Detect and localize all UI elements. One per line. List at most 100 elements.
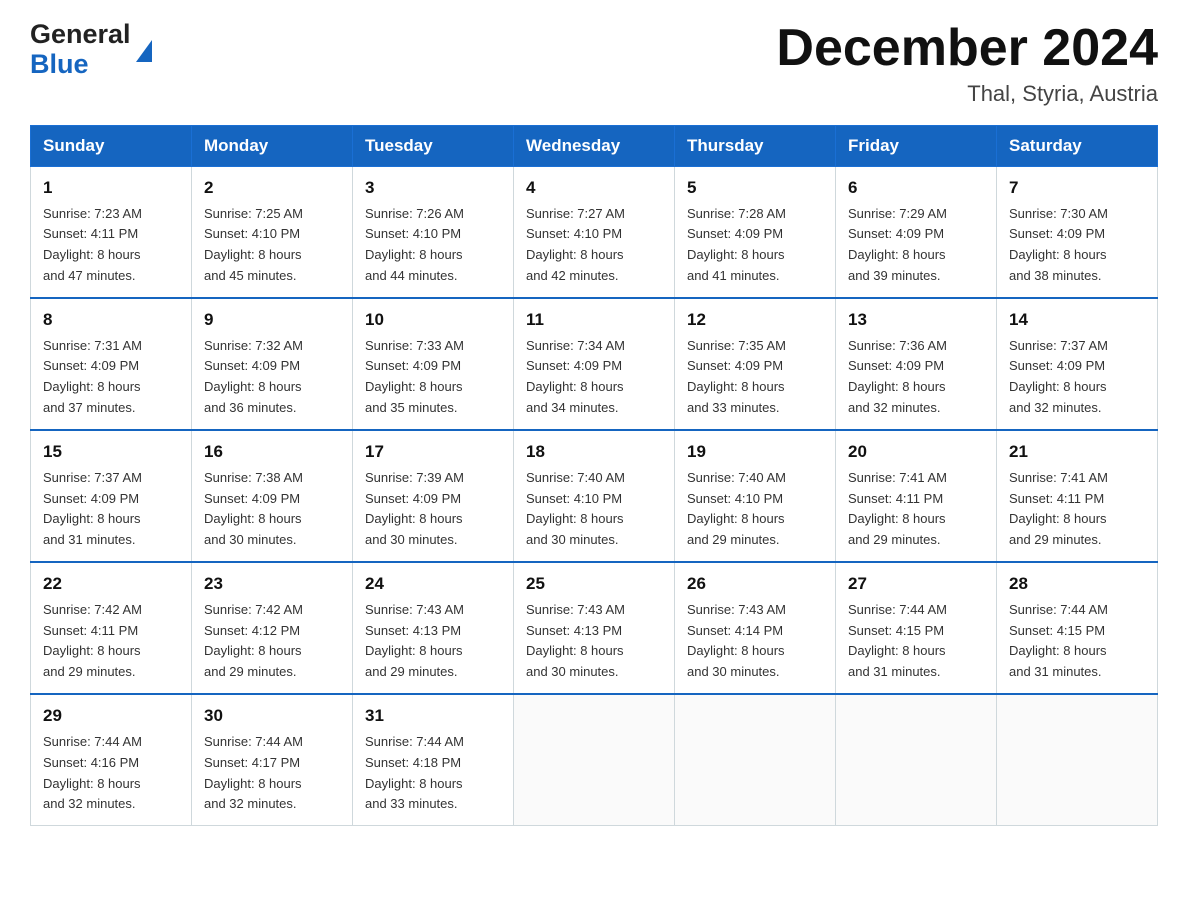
- calendar-cell: 28Sunrise: 7:44 AMSunset: 4:15 PMDayligh…: [997, 562, 1158, 694]
- calendar-cell: 10 Sunrise: 7:33 AMSunset: 4:09 PMDayligh…: [353, 298, 514, 430]
- day-info: Sunrise: 7:39 AMSunset: 4:09 PMDaylight:…: [365, 470, 464, 548]
- calendar-cell: 19 Sunrise: 7:40 AMSunset: 4:10 PMDayligh…: [675, 430, 836, 562]
- calendar-cell: 17 Sunrise: 7:39 AMSunset: 4:09 PMDayligh…: [353, 430, 514, 562]
- day-info: Sunrise: 7:23 AMSunset: 4:11 PMDaylight:…: [43, 206, 142, 284]
- day-number: 15: [43, 439, 181, 465]
- calendar-cell: 2Sunrise: 7:25 AMSunset: 4:10 PMDaylight…: [192, 167, 353, 299]
- day-number: 23: [204, 571, 342, 597]
- day-number: 18: [526, 439, 664, 465]
- calendar-cell: 25Sunrise: 7:43 AMSunset: 4:13 PMDayligh…: [514, 562, 675, 694]
- calendar-cell: 6 Sunrise: 7:29 AMSunset: 4:09 PMDaylight…: [836, 167, 997, 299]
- day-number: 20: [848, 439, 986, 465]
- calendar-header-row: SundayMondayTuesdayWednesdayThursdayFrid…: [31, 126, 1158, 167]
- calendar-cell: 8 Sunrise: 7:31 AMSunset: 4:09 PMDaylight…: [31, 298, 192, 430]
- day-info: Sunrise: 7:29 AMSunset: 4:09 PMDaylight:…: [848, 206, 947, 284]
- day-number: 17: [365, 439, 503, 465]
- calendar-header-monday: Monday: [192, 126, 353, 167]
- day-number: 31: [365, 703, 503, 729]
- calendar-cell: 23 Sunrise: 7:42 AMSunset: 4:12 PMDayligh…: [192, 562, 353, 694]
- day-number: 12: [687, 307, 825, 333]
- calendar-cell: 31 Sunrise: 7:44 AMSunset: 4:18 PMDayligh…: [353, 694, 514, 826]
- day-info: Sunrise: 7:28 AMSunset: 4:09 PMDaylight:…: [687, 206, 786, 284]
- day-info: Sunrise: 7:37 AMSunset: 4:09 PMDaylight:…: [43, 470, 142, 548]
- calendar-week-row: 15 Sunrise: 7:37 AMSunset: 4:09 PMDayligh…: [31, 430, 1158, 562]
- calendar-week-row: 22 Sunrise: 7:42 AMSunset: 4:11 PMDayligh…: [31, 562, 1158, 694]
- day-info: Sunrise: 7:44 AMSunset: 4:15 PMDaylight:…: [1009, 602, 1108, 680]
- day-number: 10: [365, 307, 503, 333]
- calendar-header-tuesday: Tuesday: [353, 126, 514, 167]
- calendar-cell: 5 Sunrise: 7:28 AMSunset: 4:09 PMDaylight…: [675, 167, 836, 299]
- day-number: 19: [687, 439, 825, 465]
- day-info: Sunrise: 7:30 AMSunset: 4:09 PMDaylight:…: [1009, 206, 1108, 284]
- calendar-cell: 4 Sunrise: 7:27 AMSunset: 4:10 PMDaylight…: [514, 167, 675, 299]
- day-info: Sunrise: 7:42 AMSunset: 4:12 PMDaylight:…: [204, 602, 303, 680]
- calendar-cell: 29Sunrise: 7:44 AMSunset: 4:16 PMDayligh…: [31, 694, 192, 826]
- day-info: Sunrise: 7:36 AMSunset: 4:09 PMDaylight:…: [848, 338, 947, 416]
- calendar-cell: 27 Sunrise: 7:44 AMSunset: 4:15 PMDayligh…: [836, 562, 997, 694]
- day-info: Sunrise: 7:40 AMSunset: 4:10 PMDaylight:…: [687, 470, 786, 548]
- day-number: 22: [43, 571, 181, 597]
- day-number: 29: [43, 703, 181, 729]
- calendar-cell: 7 Sunrise: 7:30 AMSunset: 4:09 PMDaylight…: [997, 167, 1158, 299]
- calendar-cell: 11Sunrise: 7:34 AMSunset: 4:09 PMDayligh…: [514, 298, 675, 430]
- day-info: Sunrise: 7:38 AMSunset: 4:09 PMDaylight:…: [204, 470, 303, 548]
- day-number: 9: [204, 307, 342, 333]
- day-number: 16: [204, 439, 342, 465]
- calendar-cell: 15 Sunrise: 7:37 AMSunset: 4:09 PMDayligh…: [31, 430, 192, 562]
- day-number: 6: [848, 175, 986, 201]
- day-info: Sunrise: 7:27 AMSunset: 4:10 PMDaylight:…: [526, 206, 625, 284]
- day-info: Sunrise: 7:40 AMSunset: 4:10 PMDaylight:…: [526, 470, 625, 548]
- day-number: 8: [43, 307, 181, 333]
- calendar-cell: 16 Sunrise: 7:38 AMSunset: 4:09 PMDayligh…: [192, 430, 353, 562]
- calendar-cell: 1Sunrise: 7:23 AMSunset: 4:11 PMDaylight…: [31, 167, 192, 299]
- day-info: Sunrise: 7:32 AMSunset: 4:09 PMDaylight:…: [204, 338, 303, 416]
- day-number: 25: [526, 571, 664, 597]
- page-title: December 2024: [776, 20, 1158, 77]
- day-number: 14: [1009, 307, 1147, 333]
- day-number: 5: [687, 175, 825, 201]
- logo-blue-text: Blue: [30, 50, 131, 80]
- calendar-week-row: 1Sunrise: 7:23 AMSunset: 4:11 PMDaylight…: [31, 167, 1158, 299]
- day-number: 13: [848, 307, 986, 333]
- calendar-cell: 22 Sunrise: 7:42 AMSunset: 4:11 PMDayligh…: [31, 562, 192, 694]
- calendar-header-sunday: Sunday: [31, 126, 192, 167]
- day-info: Sunrise: 7:25 AMSunset: 4:10 PMDaylight:…: [204, 206, 303, 284]
- logo-general-text: General: [30, 20, 131, 50]
- day-info: Sunrise: 7:41 AMSunset: 4:11 PMDaylight:…: [1009, 470, 1108, 548]
- calendar-cell: 13 Sunrise: 7:36 AMSunset: 4:09 PMDayligh…: [836, 298, 997, 430]
- calendar-cell: 24Sunrise: 7:43 AMSunset: 4:13 PMDayligh…: [353, 562, 514, 694]
- calendar-cell: [836, 694, 997, 826]
- day-info: Sunrise: 7:31 AMSunset: 4:09 PMDaylight:…: [43, 338, 142, 416]
- calendar-header-thursday: Thursday: [675, 126, 836, 167]
- calendar-header-friday: Friday: [836, 126, 997, 167]
- calendar-cell: 12Sunrise: 7:35 AMSunset: 4:09 PMDayligh…: [675, 298, 836, 430]
- calendar-cell: [997, 694, 1158, 826]
- calendar-table: SundayMondayTuesdayWednesdayThursdayFrid…: [30, 125, 1158, 826]
- day-number: 21: [1009, 439, 1147, 465]
- logo-arrow-icon: [136, 40, 152, 62]
- day-info: Sunrise: 7:44 AMSunset: 4:15 PMDaylight:…: [848, 602, 947, 680]
- day-number: 11: [526, 307, 664, 333]
- day-number: 4: [526, 175, 664, 201]
- day-number: 3: [365, 175, 503, 201]
- calendar-cell: 14Sunrise: 7:37 AMSunset: 4:09 PMDayligh…: [997, 298, 1158, 430]
- title-block: December 2024 Thal, Styria, Austria: [776, 20, 1158, 107]
- day-number: 27: [848, 571, 986, 597]
- day-info: Sunrise: 7:26 AMSunset: 4:10 PMDaylight:…: [365, 206, 464, 284]
- day-info: Sunrise: 7:44 AMSunset: 4:18 PMDaylight:…: [365, 734, 464, 812]
- day-info: Sunrise: 7:33 AMSunset: 4:09 PMDaylight:…: [365, 338, 464, 416]
- calendar-cell: 3 Sunrise: 7:26 AMSunset: 4:10 PMDaylight…: [353, 167, 514, 299]
- day-info: Sunrise: 7:43 AMSunset: 4:14 PMDaylight:…: [687, 602, 786, 680]
- day-number: 7: [1009, 175, 1147, 201]
- calendar-cell: [514, 694, 675, 826]
- day-info: Sunrise: 7:41 AMSunset: 4:11 PMDaylight:…: [848, 470, 947, 548]
- calendar-cell: 30Sunrise: 7:44 AMSunset: 4:17 PMDayligh…: [192, 694, 353, 826]
- calendar-cell: 9 Sunrise: 7:32 AMSunset: 4:09 PMDaylight…: [192, 298, 353, 430]
- calendar-cell: 26Sunrise: 7:43 AMSunset: 4:14 PMDayligh…: [675, 562, 836, 694]
- page-subtitle: Thal, Styria, Austria: [776, 81, 1158, 107]
- calendar-week-row: 8 Sunrise: 7:31 AMSunset: 4:09 PMDaylight…: [31, 298, 1158, 430]
- day-number: 24: [365, 571, 503, 597]
- page-header: General Blue December 2024 Thal, Styria,…: [30, 20, 1158, 107]
- day-info: Sunrise: 7:42 AMSunset: 4:11 PMDaylight:…: [43, 602, 142, 680]
- calendar-header-saturday: Saturday: [997, 126, 1158, 167]
